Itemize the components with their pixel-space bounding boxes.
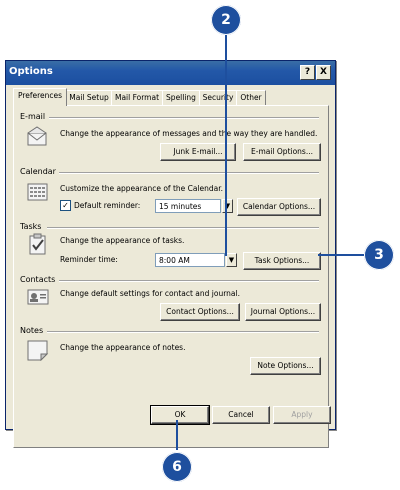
divider <box>59 172 319 174</box>
chevron-down-icon[interactable]: ▼ <box>226 253 237 267</box>
ok-button[interactable]: OK <box>150 405 210 425</box>
section-label-contacts: Contacts <box>20 275 56 284</box>
tab-preferences[interactable]: Preferences <box>13 88 67 106</box>
default-reminder-select[interactable]: 15 minutes <box>155 199 221 213</box>
task-options-button[interactable]: Task Options... <box>243 252 321 270</box>
email-description: Change the appearance of messages and th… <box>60 129 318 138</box>
email-envelope-icon <box>27 126 47 146</box>
apply-button[interactable]: Apply <box>273 406 331 424</box>
tab-mail-setup[interactable]: Mail Setup <box>66 90 112 105</box>
tab-spelling[interactable]: Spelling <box>162 90 200 105</box>
email-options-button[interactable]: E-mail Options... <box>243 143 321 161</box>
contact-card-icon <box>27 289 49 305</box>
title-bar[interactable]: Options ? X <box>6 61 335 85</box>
callout-6-line <box>176 420 178 450</box>
callout-2-line <box>225 30 227 256</box>
note-icon <box>27 340 49 361</box>
preferences-panel: E-mail Change the appearance of messages… <box>13 105 329 448</box>
cancel-button[interactable]: Cancel <box>212 406 270 424</box>
section-label-email: E-mail <box>20 112 46 121</box>
journal-options-button[interactable]: Journal Options... <box>245 303 321 321</box>
tasks-description: Change the appearance of tasks. <box>60 236 185 245</box>
tab-mail-format[interactable]: Mail Format <box>111 90 163 105</box>
default-reminder-checkbox[interactable]: ✓ <box>60 200 71 211</box>
close-button[interactable]: X <box>316 65 331 80</box>
reminder-time-label: Reminder time: <box>60 255 118 264</box>
chevron-down-icon[interactable]: ▼ <box>222 199 233 213</box>
window-title: Options <box>9 66 53 77</box>
section-label-calendar: Calendar <box>20 167 56 176</box>
notes-description: Change the appearance of notes. <box>60 343 186 352</box>
callout-3-line <box>318 254 368 256</box>
divider <box>49 117 319 119</box>
note-options-button[interactable]: Note Options... <box>250 357 321 375</box>
divider <box>59 280 319 282</box>
section-label-notes: Notes <box>20 326 44 335</box>
options-dialog: Options ? X Preferences Mail Setup Mail … <box>5 60 336 448</box>
help-button[interactable]: ? <box>300 65 315 80</box>
tab-other[interactable]: Other <box>236 90 266 105</box>
task-clipboard-icon <box>29 233 46 255</box>
divider <box>47 331 319 333</box>
reminder-time-select[interactable]: 8:00 AM <box>155 253 225 267</box>
contacts-description: Change default settings for contact and … <box>60 289 240 298</box>
callout-3: 3 <box>364 240 394 270</box>
default-reminder-label: Default reminder: <box>74 201 141 210</box>
calendar-options-button[interactable]: Calendar Options... <box>237 198 321 216</box>
calendar-description: Customize the appearance of the Calendar… <box>60 184 224 193</box>
contact-options-button[interactable]: Contact Options... <box>160 303 240 321</box>
callout-6: 6 <box>162 452 192 482</box>
calendar-grid-icon <box>27 183 48 201</box>
section-label-tasks: Tasks <box>20 222 42 231</box>
callout-2: 2 <box>211 5 241 35</box>
divider <box>47 227 319 229</box>
tab-security[interactable]: Security <box>199 90 237 105</box>
